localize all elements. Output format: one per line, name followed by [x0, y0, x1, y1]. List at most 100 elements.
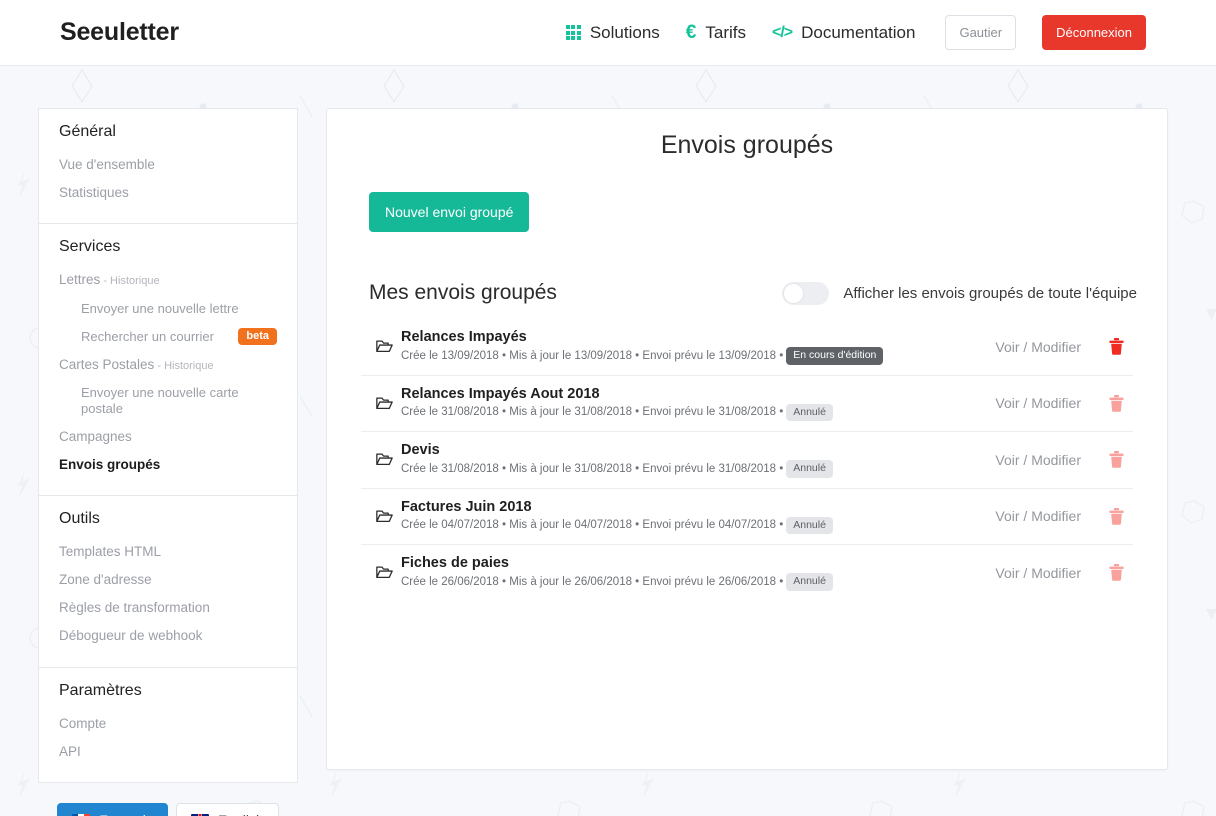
beta-badge: beta	[238, 328, 277, 346]
row-title: Devis	[401, 442, 440, 459]
sidebar-item-envoyer-une-nouvelle-carte-postale[interactable]: Envoyer une nouvelle carte postale	[59, 379, 277, 422]
sidebar-group-title: Paramètres	[59, 681, 142, 699]
table-row[interactable]: Relances Impayés Crée le 13/09/2018 • Mis…	[361, 319, 1133, 375]
table-row[interactable]: Factures Juin 2018 Crée le 04/07/2018 • M…	[361, 487, 1133, 545]
sidebar-group-outils: Outils Templates HTML Zone d'adresse Règ…	[38, 494, 298, 667]
row-meta: Crée le 31/08/2018 • Mis à jour le 31/08…	[401, 403, 995, 422]
list-heading: Mes envois groupés	[369, 281, 557, 304]
language-label: Français	[99, 812, 153, 816]
sidebar-item-vue-densemble[interactable]: Vue d'ensemble	[59, 151, 277, 179]
sidebar-item-debogueur-de-webhook[interactable]: Débogueur de webhook	[59, 622, 277, 650]
row-content: Relances Impayés Crée le 13/09/2018 • Mis…	[401, 329, 995, 365]
status-badge: Annulé	[786, 403, 833, 422]
sidebar-item-compte[interactable]: Compte	[59, 710, 277, 738]
row-meta: Crée le 26/06/2018 • Mis à jour le 26/06…	[401, 573, 995, 591]
folder-open-icon	[367, 565, 401, 580]
euro-icon: €	[685, 22, 697, 43]
folder-open-icon	[367, 452, 401, 467]
row-content: Fiches de paies Crée le 26/06/2018 • Mis …	[401, 555, 995, 591]
folder-open-icon	[367, 509, 401, 524]
row-content: Relances Impayés Aout 2018 Crée le 31/08/…	[401, 386, 995, 422]
nav-item-tarifs[interactable]: € Tarifs	[686, 23, 746, 43]
delete-icon[interactable]	[1107, 507, 1125, 525]
sidebar-item-envois-groupes[interactable]: Envois groupés	[59, 451, 277, 479]
code-icon: </>	[771, 23, 793, 41]
delete-icon[interactable]	[1107, 564, 1125, 582]
row-dates: Crée le 13/09/2018 • Mis à jour le 13/09…	[401, 349, 784, 362]
status-badge: Annulé	[786, 460, 833, 478]
nav-item-solutions[interactable]: Solutions	[565, 22, 660, 43]
sidebar-group-services: Services Lettres - Historique Envoyer un…	[38, 223, 298, 495]
view-edit-link[interactable]: Voir / Modifier	[995, 452, 1081, 468]
sidebar-item-label: Cartes Postales	[59, 357, 155, 373]
row-meta: Crée le 31/08/2018 • Mis à jour le 31/08…	[401, 460, 995, 478]
sidebar-item-label: Lettres	[59, 272, 101, 288]
status-badge: Annulé	[786, 516, 833, 535]
nav-item-documentation[interactable]: </> Documentation	[772, 23, 915, 43]
sidebar: Général Vue d'ensemble Statistiques Serv…	[38, 108, 298, 816]
row-title: Fiches de paies	[401, 555, 509, 572]
page-body: Général Vue d'ensemble Statistiques Serv…	[0, 66, 1216, 816]
sidebar-group-general: Général Vue d'ensemble Statistiques	[38, 108, 298, 224]
nav-label-solutions: Solutions	[589, 22, 660, 42]
sidebar-item-label: Rechercher un courrier	[81, 328, 214, 344]
row-dates: Crée le 04/07/2018 • Mis à jour le 04/07…	[401, 519, 784, 532]
sidebar-item-cartes-postales[interactable]: Cartes Postales - Historique	[59, 351, 277, 379]
view-edit-link[interactable]: Voir / Modifier	[995, 339, 1081, 355]
sidebar-item-lettres[interactable]: Lettres - Historique	[59, 266, 277, 294]
folder-open-icon	[367, 396, 401, 411]
row-meta: Crée le 04/07/2018 • Mis à jour le 04/07…	[401, 516, 995, 535]
nav-label-documentation: Documentation	[801, 22, 916, 42]
sidebar-item-suffix: - Historique	[154, 360, 214, 373]
team-toggle-wrap: Afficher les envois groupés de toute l'é…	[782, 281, 1137, 305]
view-edit-link[interactable]: Voir / Modifier	[995, 395, 1081, 411]
table-row[interactable]: Devis Crée le 31/08/2018 • Mis à jour le …	[361, 431, 1133, 488]
brand-logo[interactable]: Seeuletter	[60, 18, 179, 47]
sidebar-item-zone-dadresse[interactable]: Zone d'adresse	[59, 566, 277, 594]
page-title: Envois groupés	[660, 131, 834, 159]
folder-open-icon	[367, 339, 401, 354]
language-label: English	[218, 812, 264, 816]
delete-icon[interactable]	[1107, 394, 1125, 412]
view-edit-link[interactable]: Voir / Modifier	[995, 508, 1081, 524]
sidebar-item-regles-de-transformation[interactable]: Règles de transformation	[59, 594, 277, 622]
sidebar-item-templates-html[interactable]: Templates HTML	[59, 538, 277, 566]
list-header: Mes envois groupés Afficher les envois g…	[369, 281, 1137, 305]
sidebar-group-parametres: Paramètres Compte API	[38, 666, 298, 784]
batch-list: Relances Impayés Crée le 13/09/2018 • Mis…	[361, 319, 1133, 601]
table-row[interactable]: Fiches de paies Crée le 26/06/2018 • Mis …	[361, 544, 1133, 601]
row-dates: Crée le 26/06/2018 • Mis à jour le 26/06…	[401, 575, 784, 588]
main-panel: Envois groupés Nouvel envoi groupé Mes e…	[326, 108, 1168, 770]
top-header: Seeuletter Solutions € Tarifs </> Docume…	[0, 0, 1216, 66]
sidebar-item-rechercher-un-courrier[interactable]: Rechercher un courrier beta	[59, 322, 277, 351]
row-title: Factures Juin 2018	[401, 498, 532, 515]
row-dates: Crée le 31/08/2018 • Mis à jour le 31/08…	[401, 406, 784, 419]
table-row[interactable]: Relances Impayés Aout 2018 Crée le 31/08/…	[361, 374, 1133, 432]
delete-icon[interactable]	[1107, 451, 1125, 469]
language-switcher: Français English	[38, 803, 298, 816]
sidebar-item-statistiques[interactable]: Statistiques	[59, 179, 277, 207]
sidebar-item-suffix: - Historique	[100, 275, 160, 288]
sidebar-item-api[interactable]: API	[59, 738, 277, 766]
new-batch-button[interactable]: Nouvel envoi groupé	[369, 192, 530, 232]
row-title: Relances Impayés Aout 2018	[401, 385, 600, 402]
logout-button[interactable]: Déconnexion	[1042, 15, 1146, 50]
language-button-english[interactable]: English	[175, 803, 279, 816]
delete-icon[interactable]	[1107, 338, 1125, 356]
sidebar-group-title: Général	[59, 123, 116, 140]
account-button[interactable]: Gautier	[945, 15, 1017, 50]
sidebar-group-title: Services	[59, 238, 121, 256]
status-badge: Annulé	[786, 573, 833, 591]
language-button-francais[interactable]: Français	[57, 803, 168, 816]
primary-nav: Solutions € Tarifs </> Documentation Gau…	[565, 15, 1146, 50]
team-toggle-switch[interactable]	[782, 281, 830, 305]
view-edit-link[interactable]: Voir / Modifier	[995, 565, 1081, 581]
row-title: Relances Impayés	[401, 329, 527, 345]
sidebar-item-campagnes[interactable]: Campagnes	[59, 423, 277, 451]
row-content: Devis Crée le 31/08/2018 • Mis à jour le …	[401, 442, 995, 478]
sidebar-group-title: Outils	[59, 509, 100, 527]
toggle-knob	[783, 282, 805, 304]
row-meta: Crée le 13/09/2018 • Mis à jour le 13/09…	[401, 347, 995, 365]
sidebar-item-envoyer-une-nouvelle-lettre[interactable]: Envoyer une nouvelle lettre	[59, 295, 277, 323]
row-dates: Crée le 31/08/2018 • Mis à jour le 31/08…	[401, 462, 784, 475]
